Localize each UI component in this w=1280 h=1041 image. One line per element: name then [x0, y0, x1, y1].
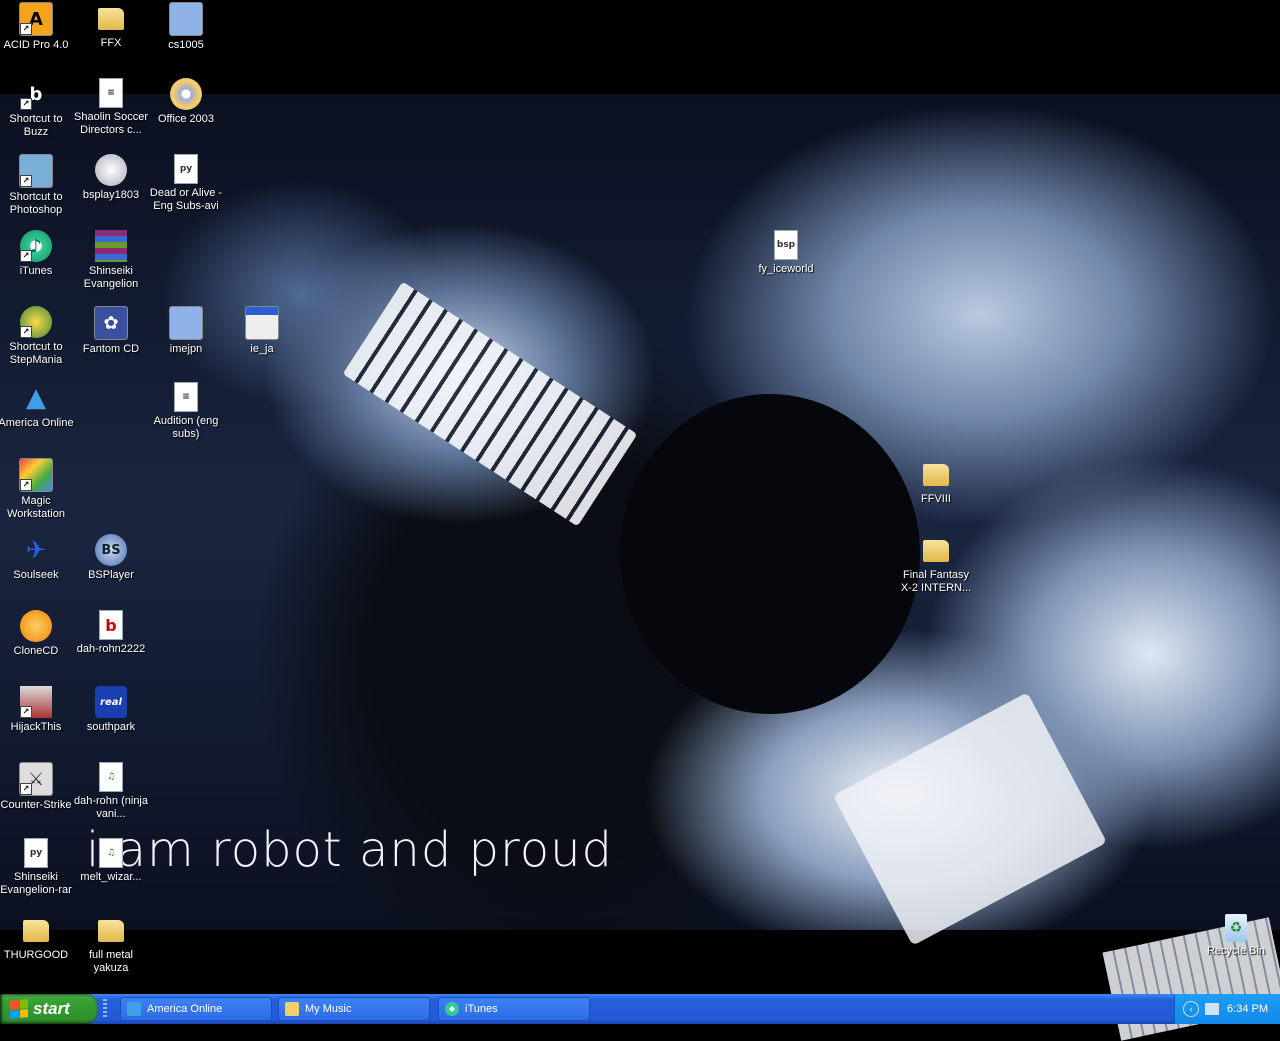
desktop-icon-shinseiki-evangelion-rar[interactable]: py Shinseiki Evangelion-rar	[0, 838, 74, 897]
desktop-icon-recycle-bin[interactable]: ♻ Recycle Bin	[1198, 914, 1274, 958]
desktop-icon-soulseek[interactable]: ✈ Soulseek	[0, 534, 74, 582]
map-file-icon: bsp	[774, 230, 798, 260]
desktop-icon-dead-or-alive[interactable]: py Dead or Alive - Eng Subs-avi	[148, 154, 224, 213]
bsplayer-icon: BS	[95, 534, 127, 566]
desktop-icon-shinseiki-evangelion[interactable]: Shinseiki Evangelion	[73, 230, 149, 291]
clonecd-icon	[20, 610, 52, 642]
desktop-icon-buzz[interactable]: b ↗ Shortcut to Buzz	[0, 78, 74, 139]
taskbar: start America Online My Music iTunes ‹ 6…	[0, 994, 1280, 1024]
taskbar-button-america-online[interactable]: America Online	[120, 997, 272, 1021]
folder-icon	[285, 1002, 299, 1016]
desktop-icon-itunes[interactable]: ♪ ↗ iTunes	[0, 230, 74, 278]
desktop-icon-america-online[interactable]: ▲ America Online	[0, 382, 74, 430]
setup-icon	[169, 306, 203, 340]
window-app-icon	[245, 306, 279, 340]
wallpaper-mixer	[832, 692, 1108, 946]
desktop-icon-dah-rohn2222[interactable]: b dah-rohn2222	[73, 610, 149, 656]
windows-logo-icon	[10, 999, 28, 1019]
taskbar-button-my-music[interactable]: My Music	[278, 997, 430, 1021]
desktop-icon-clonecd[interactable]: CloneCD	[0, 610, 74, 658]
buzz-icon: b ↗	[20, 78, 52, 110]
winrar-icon	[95, 230, 127, 262]
desktop-icon-stepmania[interactable]: ↗ Shortcut to StepMania	[0, 306, 74, 367]
soulseek-icon: ✈	[25, 536, 47, 564]
taskbar-button-itunes[interactable]: iTunes	[438, 997, 590, 1021]
folder-icon	[98, 920, 124, 942]
hijackthis-icon: ↗	[20, 686, 52, 718]
desktop-icon-hijackthis[interactable]: ↗ HijackThis	[0, 686, 74, 734]
desktop-icon-fantom-cd[interactable]: ✿ Fantom CD	[73, 306, 149, 356]
folder-icon	[98, 8, 124, 30]
desktop-icon-acid-pro[interactable]: A ↗ ACID Pro 4.0	[0, 2, 74, 52]
desktop-icon-fy-iceworld[interactable]: bsp fy_iceworld	[748, 230, 824, 276]
py-file-icon: py	[174, 154, 198, 184]
taskbar-button-label: My Music	[305, 1003, 352, 1015]
installer-icon	[95, 154, 127, 186]
wallpaper-figure	[620, 394, 920, 714]
chevron-left-icon[interactable]: ‹	[1183, 1001, 1200, 1017]
magic-icon: ↗	[19, 458, 53, 492]
desktop-icon-photoshop[interactable]: ↗ Shortcut to Photoshop	[0, 154, 74, 217]
desktop-icon-office-2003[interactable]: Office 2003	[148, 78, 224, 126]
system-tray: ‹ 6:34 PM	[1174, 994, 1280, 1024]
desktop-icon-audition[interactable]: ≡ Audition (eng subs)	[148, 382, 224, 441]
wallpaper	[0, 94, 1280, 1041]
desktop-icon-thurgood[interactable]: THURGOOD	[0, 914, 74, 962]
stepmania-icon: ↗	[20, 306, 52, 338]
desktop-icon-ffviii[interactable]: FFVIII	[898, 458, 974, 506]
folder-icon	[923, 540, 949, 562]
fantom-cd-icon: ✿	[94, 306, 128, 340]
acid-icon: A ↗	[19, 2, 53, 36]
counter-strike-icon: ⚔ ↗	[19, 762, 53, 796]
desktop-icon-bsplay1803[interactable]: bsplay1803	[73, 154, 149, 202]
b-file-icon: b	[99, 610, 123, 640]
wallpaper-keyboard	[342, 281, 638, 527]
aol-icon	[127, 1002, 141, 1016]
text-file-icon: ≡	[174, 382, 198, 412]
mp3-file-icon: ♫	[99, 838, 123, 868]
desktop-icon-ffx[interactable]: FFX	[73, 2, 149, 50]
desktop-icon-final-fantasy-x2[interactable]: Final Fantasy X-2 INTERN...	[898, 534, 974, 595]
wallpaper-caption: i am robot and proud	[86, 822, 613, 878]
desktop-icon-counter-strike[interactable]: ⚔ ↗ Counter-Strike	[0, 762, 74, 812]
folder-icon	[923, 464, 949, 486]
photoshop-icon: ↗	[19, 154, 53, 188]
recycle-bin-icon: ♻	[1225, 914, 1247, 942]
desktop-icon-imejpn[interactable]: imejpn	[148, 306, 224, 356]
taskbar-button-label: America Online	[147, 1003, 223, 1015]
desktop-icon-melt-wizard[interactable]: ♫ melt_wizar...	[73, 838, 149, 884]
desktop-icon-full-metal-yakuza[interactable]: full metal yakuza	[73, 914, 149, 975]
desktop-icon-shaolin-soccer[interactable]: ≡ Shaolin Soccer Directors c...	[73, 78, 149, 137]
clock[interactable]: 6:34 PM	[1227, 1003, 1268, 1015]
folder-icon	[23, 920, 49, 942]
desktop-icon-dah-rohn-ninja[interactable]: ♫ dah-rohn (ninja vani...	[73, 762, 149, 821]
desktop-icon-ie-ja[interactable]: ie_ja	[224, 306, 300, 356]
start-button[interactable]: start	[0, 994, 98, 1024]
itunes-icon	[445, 1002, 459, 1016]
desktop-icon-cs1005[interactable]: cs1005	[148, 2, 224, 52]
taskbar-grip[interactable]	[103, 999, 107, 1019]
real-icon: real	[95, 686, 127, 718]
mp3-file-icon: ♫	[99, 762, 123, 792]
aol-icon: ▲	[26, 383, 46, 413]
desktop-icon-magic-workstation[interactable]: ↗ Magic Workstation	[0, 458, 74, 521]
setup-icon	[169, 2, 203, 36]
itunes-icon: ♪ ↗	[20, 230, 52, 262]
desktop-icon-bsplayer[interactable]: BS BSPlayer	[73, 534, 149, 582]
taskbar-button-label: iTunes	[465, 1003, 498, 1015]
network-icon[interactable]	[1205, 1003, 1220, 1015]
cd-icon	[170, 78, 202, 110]
desktop-icon-southpark[interactable]: real southpark	[73, 686, 149, 734]
start-label: start	[33, 999, 70, 1018]
py-file-icon: py	[24, 838, 48, 868]
text-file-icon: ≡	[99, 78, 123, 108]
